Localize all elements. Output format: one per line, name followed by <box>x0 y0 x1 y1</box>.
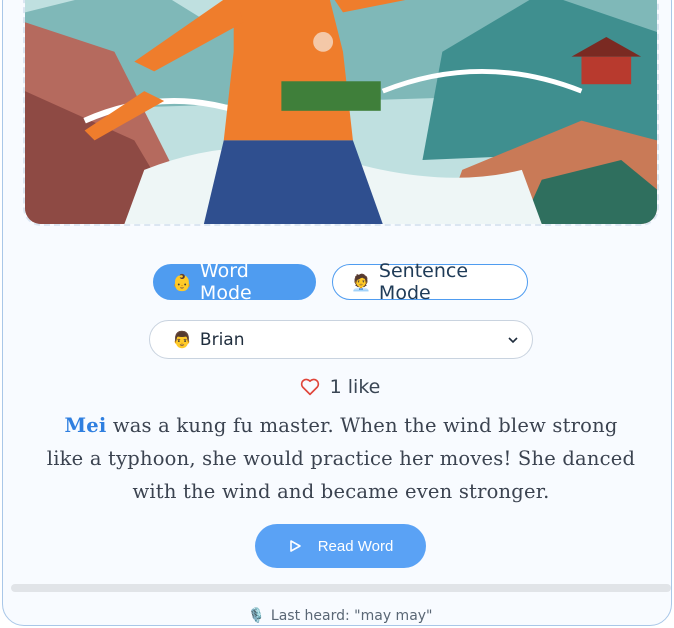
like-row: 1 like <box>3 376 671 398</box>
chevron-down-icon <box>508 336 518 343</box>
story-illustration <box>23 0 659 226</box>
last-heard: 🎙️ Last heard: "may may" <box>3 608 671 624</box>
like-count: 1 like <box>329 376 381 398</box>
kung-fu-illustration <box>25 0 657 224</box>
story-card: 👶 Word Mode 🧑‍💼 Sentence Mode 👨 Brian 1 … <box>2 0 672 626</box>
progress-bar <box>11 584 671 592</box>
story-rest: was a kung fu master. When the wind blew… <box>46 414 636 503</box>
baby-emoji-icon: 👶 <box>172 272 192 292</box>
story-text: Mei was a kung fu master. When the wind … <box>43 409 639 508</box>
voice-select-value: Brian <box>199 329 245 350</box>
heart-icon[interactable] <box>300 378 320 396</box>
word-mode-label: Word Mode <box>199 260 252 304</box>
read-word-label: Read Word <box>317 537 394 555</box>
person-emoji-icon: 🧑‍💼 <box>351 272 371 292</box>
play-icon <box>289 540 301 552</box>
last-heard-text: Last heard: "may may" <box>270 608 433 624</box>
voice-emoji-icon: 👨 <box>172 330 192 349</box>
sentence-mode-label: Sentence Mode <box>378 260 469 304</box>
microphone-icon: 🎙️ <box>247 608 265 624</box>
voice-select[interactable]: 👨 Brian <box>149 320 533 359</box>
highlighted-word[interactable]: Mei <box>64 414 106 437</box>
mode-selector: 👶 Word Mode 🧑‍💼 Sentence Mode <box>3 260 671 304</box>
sentence-mode-button[interactable]: 🧑‍💼 Sentence Mode <box>332 260 528 304</box>
word-mode-button[interactable]: 👶 Word Mode <box>153 260 316 304</box>
read-word-button[interactable]: Read Word <box>255 524 426 568</box>
